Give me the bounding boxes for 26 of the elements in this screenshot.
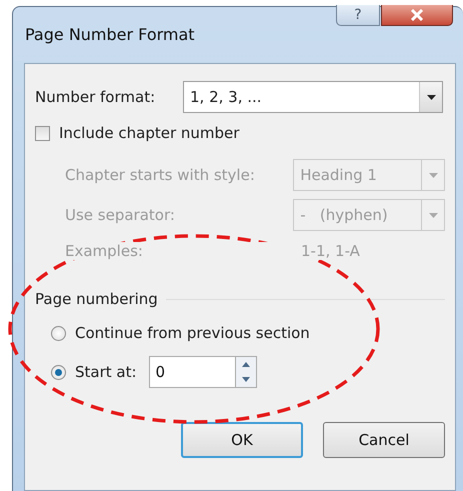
- down-arrow-icon: [242, 377, 250, 382]
- field-label: Chapter starts with style:: [65, 166, 256, 184]
- radio-button[interactable]: [51, 326, 66, 340]
- field-label: Number format:: [35, 88, 156, 106]
- window-title: Page Number Format: [25, 25, 195, 44]
- group-heading: Page numbering: [35, 290, 158, 308]
- cancel-button[interactable]: Cancel: [323, 422, 445, 458]
- ok-button[interactable]: OK: [181, 422, 303, 458]
- radio-label: Start at:: [75, 363, 137, 381]
- up-arrow-icon: [242, 362, 250, 367]
- dropdown[interactable]: 1, 2, 3, ...: [183, 81, 443, 113]
- radio-button[interactable]: [51, 364, 66, 380]
- radio-label: Continue from previous section: [75, 324, 310, 342]
- close-icon: [410, 9, 424, 21]
- close-button[interactable]: [381, 5, 453, 26]
- spin-buttons[interactable]: [234, 356, 257, 388]
- field-label: Use separator:: [65, 206, 176, 224]
- start-at-field[interactable]: 0: [148, 356, 235, 388]
- caret-icon: [428, 172, 438, 178]
- help-button[interactable]: ?: [336, 5, 380, 26]
- caret-icon: [428, 212, 438, 218]
- caret-icon: [426, 94, 436, 100]
- checkbox[interactable]: [35, 126, 50, 140]
- examples-value: 1-1, 1-A: [301, 242, 360, 260]
- field-label: Examples:: [65, 242, 301, 260]
- checkbox-label: Include chapter number: [59, 124, 240, 142]
